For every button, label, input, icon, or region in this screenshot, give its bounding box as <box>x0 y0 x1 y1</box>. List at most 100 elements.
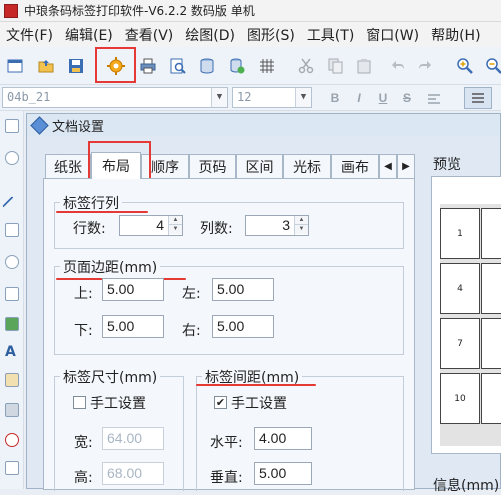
preview-label-cell <box>481 208 501 259</box>
rich-text-tool-icon[interactable] <box>5 373 19 387</box>
font-toolbar: 04b_21 ▼ 12 ▼ B I U S <box>0 85 501 111</box>
margins-title: 页面边距(mm) <box>60 257 161 277</box>
chevron-down-icon[interactable]: ▼ <box>295 225 308 234</box>
rows-cols-title: 标签行列 <box>60 193 122 213</box>
rows-stepper-buttons[interactable]: ▲ ▼ <box>168 216 182 235</box>
menu-edit[interactable]: 编辑(E) <box>59 25 119 45</box>
circle-tool-icon[interactable] <box>5 255 19 269</box>
image-tool-icon[interactable] <box>5 287 19 301</box>
font-size-combo[interactable]: 12 ▼ <box>232 87 312 108</box>
rows-cols-underline <box>56 211 148 213</box>
menu-shape[interactable]: 图形(S) <box>241 25 301 45</box>
open-icon[interactable] <box>36 56 56 76</box>
align-left-icon[interactable] <box>424 89 444 109</box>
label-width-input[interactable]: 64.00 <box>102 427 164 450</box>
line-tool-icon[interactable] <box>2 196 22 216</box>
chevron-down-icon[interactable]: ▼ <box>295 88 311 107</box>
rows-stepper[interactable]: 4 ▲ ▼ <box>119 215 183 236</box>
title-bar: 中琅条码标签打印软件-V6.2.2 数码版 单机 <box>0 0 501 22</box>
rect-tool-icon[interactable] <box>5 223 19 237</box>
redo-icon[interactable] <box>416 56 436 76</box>
cut-icon[interactable] <box>296 56 316 76</box>
bold-button[interactable]: B <box>326 89 344 107</box>
new-icon[interactable] <box>5 56 25 76</box>
grid-icon[interactable] <box>257 56 277 76</box>
font-name-combo[interactable]: 04b_21 ▼ <box>2 87 228 108</box>
menu-tools[interactable]: 工具(T) <box>301 25 360 45</box>
chevron-up-icon[interactable]: ▲ <box>169 216 182 225</box>
preview-label-cell <box>481 263 501 314</box>
database-settings-icon[interactable] <box>227 56 247 76</box>
chevron-down-icon[interactable]: ▼ <box>211 88 227 107</box>
preview-label-cell: 4 <box>440 263 480 314</box>
database-icon[interactable] <box>197 56 217 76</box>
tab-layout[interactable]: 布局 <box>91 152 141 179</box>
preview-label-cell <box>481 373 501 424</box>
preview-page: 1 4 7 10 <box>440 204 501 446</box>
menu-file[interactable]: 文件(F) <box>0 25 59 45</box>
label-size-manual-checkbox[interactable] <box>73 396 86 409</box>
label-height-input[interactable]: 68.00 <box>102 462 164 485</box>
margin-top-input[interactable]: 5.00 <box>102 278 164 301</box>
menu-view[interactable]: 查看(V) <box>119 25 180 45</box>
preview-title: 预览 <box>433 157 461 173</box>
print-icon[interactable] <box>138 56 158 76</box>
margin-bottom-label: 下: <box>74 323 93 339</box>
preview-label-cell: 10 <box>440 373 480 424</box>
layout-panel: 标签行列 行数: 4 ▲ ▼ 列数: 3 ▲ ▼ 页面边距(mm) 上: 5.00 … <box>43 178 415 491</box>
menu-bar: 文件(F) 编辑(E) 查看(V) 绘图(D) 图形(S) 工具(T) 窗口(W… <box>0 22 501 47</box>
preview-label-cell: 7 <box>440 318 480 369</box>
margin-top-label: 上: <box>74 286 93 302</box>
cols-stepper[interactable]: 3 ▲ ▼ <box>245 215 309 236</box>
chevron-up-icon[interactable]: ▲ <box>295 216 308 225</box>
label-width-label: 宽: <box>74 435 93 451</box>
barcode-tool-icon[interactable] <box>5 403 19 417</box>
chevron-down-icon[interactable]: ▼ <box>169 225 182 234</box>
undo-icon[interactable] <box>387 56 407 76</box>
tab-canvas[interactable]: 画布 <box>331 154 379 178</box>
dialog-title-bar: 文档设置 <box>27 114 500 136</box>
tab-cursor[interactable]: 光标 <box>283 154 331 178</box>
tab-scroll-right-icon[interactable]: ▶ <box>397 154 415 178</box>
ellipse-tool-icon[interactable] <box>5 151 19 165</box>
paste-icon[interactable] <box>354 56 374 76</box>
select-tool-icon[interactable] <box>5 119 19 133</box>
label-size-title: 标签尺寸(mm) <box>60 367 161 387</box>
dialog-settings-icon <box>30 115 49 135</box>
text-tool-icon[interactable]: A <box>5 345 19 359</box>
tab-scroll-left-icon[interactable]: ◀ <box>379 154 397 178</box>
margin-bottom-input[interactable]: 5.00 <box>102 315 164 338</box>
preview-label-cell <box>481 318 501 369</box>
print-preview-icon[interactable] <box>168 56 188 76</box>
left-toolbox: A <box>0 111 24 489</box>
save-icon[interactable] <box>66 56 86 76</box>
info-title: 信息(mm) <box>433 478 500 494</box>
menu-help[interactable]: 帮助(H) <box>425 25 486 45</box>
margin-right-input[interactable]: 5.00 <box>212 315 274 338</box>
strike-button[interactable]: S <box>398 89 416 107</box>
tab-range[interactable]: 区间 <box>236 154 283 178</box>
cols-stepper-buttons[interactable]: ▲ ▼ <box>294 216 308 235</box>
underline-button[interactable]: U <box>374 89 392 107</box>
menu-window[interactable]: 窗口(W) <box>360 25 425 45</box>
italic-button[interactable]: I <box>350 89 368 107</box>
settings-gear-icon[interactable] <box>106 56 126 76</box>
shape-tool-icon[interactable] <box>5 433 19 447</box>
label-height-label: 高: <box>74 470 93 486</box>
label-spacing-manual-checkbox[interactable]: ✔ <box>214 396 227 409</box>
tab-page-number[interactable]: 页码 <box>189 154 236 178</box>
font-name-value: 04b_21 <box>7 90 51 104</box>
zoom-out-icon[interactable] <box>484 56 501 76</box>
spacing-vertical-input[interactable]: 5.00 <box>254 462 312 485</box>
table-tool-icon[interactable] <box>5 461 19 475</box>
preview-pane: 1 4 7 10 <box>431 176 501 454</box>
align-justify-icon[interactable] <box>464 87 492 109</box>
menu-draw[interactable]: 绘图(D) <box>179 25 241 45</box>
margin-left-input[interactable]: 5.00 <box>212 278 274 301</box>
copy-icon[interactable] <box>326 56 346 76</box>
preview-label-cell: 1 <box>440 208 480 259</box>
tab-paper[interactable]: 纸张 <box>45 154 91 178</box>
zoom-in-icon[interactable] <box>455 56 475 76</box>
spacing-horizontal-input[interactable]: 4.00 <box>254 427 312 450</box>
picture-tool-icon[interactable] <box>5 317 19 331</box>
